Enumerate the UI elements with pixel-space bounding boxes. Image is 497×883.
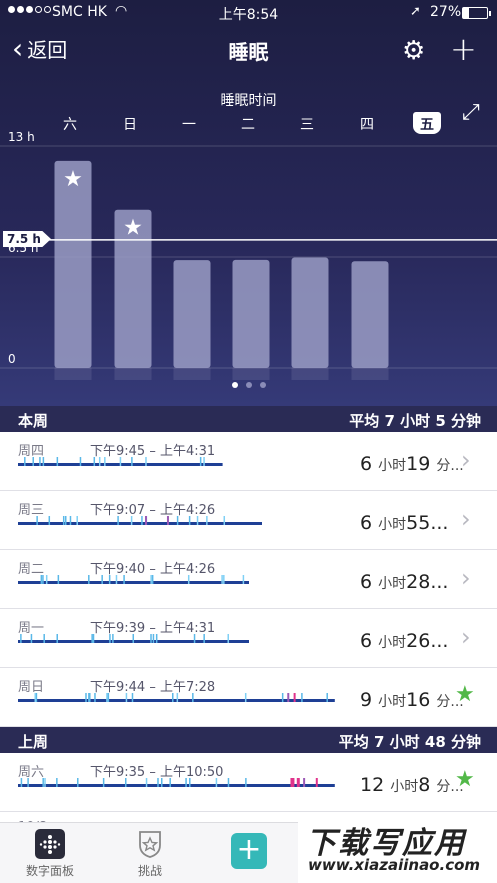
chevron-right-icon: › <box>461 623 471 651</box>
duration-hour-unit: 小时 <box>378 635 407 651</box>
sleep-timeline <box>18 634 249 643</box>
sleep-bar <box>173 260 211 368</box>
duration-minutes: 28... <box>406 571 449 593</box>
duration-hours: 12 <box>360 774 385 796</box>
week-header: 上周 平均 7 小时 48 分钟 <box>0 727 497 753</box>
bar-reflection <box>173 368 211 380</box>
chevron-right-icon: › <box>461 446 471 474</box>
battery-percent: 27% <box>430 4 462 20</box>
duration-minute-unit: 分... <box>436 458 464 474</box>
goal-label: 7.5 h <box>3 231 51 247</box>
sleep-timeline <box>18 575 249 584</box>
sleep-log-row[interactable]: 周二 下午9:40 – 上午4:26 6 小时28... › <box>0 550 497 609</box>
day-tab[interactable]: 二 <box>234 114 262 134</box>
duration-hours: 6 <box>360 512 373 534</box>
sleep-timeline <box>18 693 335 702</box>
duration-minutes: 55... <box>406 512 449 534</box>
sleep-timeline <box>18 516 263 525</box>
log-duration: 6 小时55... <box>360 512 448 534</box>
duration-hour-unit: 小时 <box>378 576 407 592</box>
chevron-right-icon: › <box>461 564 471 592</box>
week-label: 本周 <box>18 412 49 430</box>
chart-title: 睡眠时间 <box>220 93 277 109</box>
sleep-timeline <box>18 778 335 787</box>
gear-icon[interactable]: ⚙ <box>402 36 425 66</box>
bar-reflection <box>351 368 389 380</box>
battery-icon <box>462 7 491 19</box>
duration-minutes: 8 <box>418 774 431 796</box>
challenge-icon <box>139 831 161 858</box>
sleep-bar <box>54 160 92 368</box>
log-duration: 9 小时16 分... <box>360 689 464 711</box>
tab-dashboard-label: 数字面板 <box>25 864 74 878</box>
day-tab[interactable]: 三 <box>293 114 321 134</box>
day-selector: 六日一二三四五 <box>0 112 497 134</box>
sleep-summary-panel: SMC HK ◠ 上午8:54 ➚ 27% ‹ 返回 睡眠 ⚙ + 睡眠时间 六… <box>0 0 497 406</box>
nav-bar: ‹ 返回 睡眠 ⚙ + <box>0 30 497 74</box>
sleep-log-row[interactable]: 周一 下午9:39 – 上午4:31 6 小时26... › <box>0 609 497 668</box>
tab-challenges[interactable]: 挑战 <box>110 829 190 879</box>
page-dot <box>259 382 266 388</box>
goal-star-icon: ★ <box>455 767 475 792</box>
duration-minutes: 19 <box>406 453 431 475</box>
duration-hours: 6 <box>360 571 373 593</box>
log-duration: 6 小时28... <box>360 571 448 593</box>
page-dot <box>231 382 238 388</box>
sleep-timeline <box>18 457 223 466</box>
location-arrow-icon: ➚ <box>410 4 421 19</box>
duration-minutes: 16 <box>406 689 431 711</box>
add-icon[interactable]: + <box>450 30 477 68</box>
dashboard-icon <box>35 829 65 859</box>
page-dot <box>245 382 252 388</box>
sleep-log-row[interactable]: 周日 下午9:44 – 上午7:28 9 小时16 分... ★ <box>0 668 497 727</box>
bar-reflection <box>54 368 92 380</box>
goal-star-icon: ★ <box>63 167 83 192</box>
goal-star-icon: ★ <box>455 682 475 707</box>
goal-star-icon: ★ <box>123 216 143 241</box>
duration-hour-unit: 小时 <box>378 694 407 710</box>
week-label: 上周 <box>18 733 49 751</box>
sleep-bar <box>232 259 270 368</box>
tab-add-button[interactable]: + <box>231 833 267 869</box>
sleep-log-row[interactable]: 周三 下午9:07 – 上午4:26 6 小时55... › <box>0 491 497 550</box>
day-tab[interactable]: 五 <box>413 112 441 134</box>
log-duration: 6 小时26... <box>360 630 448 652</box>
sleep-log-row[interactable]: 周六 下午9:35 – 上午10:50 12 小时8 分... ★ <box>0 753 497 812</box>
duration-hours: 6 <box>360 630 373 652</box>
status-time: 上午8:54 <box>218 7 279 23</box>
status-bar: SMC HK ◠ 上午8:54 ➚ 27% <box>0 0 497 26</box>
tab-challenges-label: 挑战 <box>137 864 162 878</box>
day-tab[interactable]: 四 <box>353 114 381 134</box>
duration-minutes: 26... <box>406 630 449 652</box>
day-tab[interactable]: 一 <box>175 114 203 134</box>
week-average: 平均 7 小时 48 分钟 <box>338 733 481 751</box>
tab-dashboard[interactable]: 数字面板 <box>10 829 90 879</box>
watermark-url: www.xiazaiinao.com <box>308 856 481 874</box>
page-indicator <box>0 382 497 388</box>
bar-reflection <box>232 368 270 380</box>
duration-hour-unit: 小时 <box>378 517 407 533</box>
sleep-log-row[interactable]: 周四 下午9:45 – 上午4:31 6 小时19 分... › <box>0 432 497 491</box>
watermark: 下载写应用 www.xiazaiinao.com <box>298 814 497 883</box>
sleep-bar <box>351 261 389 368</box>
week-average: 平均 7 小时 5 分钟 <box>349 412 481 430</box>
duration-hour-unit: 小时 <box>378 458 407 474</box>
duration-hour-unit: 小时 <box>390 779 419 795</box>
expand-icon[interactable]: ⤢ <box>462 100 480 125</box>
log-duration: 12 小时8 分... <box>360 774 464 796</box>
bar-reflection <box>114 368 152 380</box>
duration-hours: 6 <box>360 453 373 475</box>
duration-hours: 9 <box>360 689 373 711</box>
sleep-bar <box>291 257 329 368</box>
log-duration: 6 小时19 分... <box>360 453 464 475</box>
sleep-bar-chart: ★★ <box>0 145 497 380</box>
week-header: 本周 平均 7 小时 5 分钟 <box>0 406 497 432</box>
day-tab[interactable]: 日 <box>116 114 144 134</box>
bar-reflection <box>291 368 329 380</box>
day-tab[interactable]: 六 <box>56 114 84 134</box>
chevron-right-icon: › <box>461 505 471 533</box>
